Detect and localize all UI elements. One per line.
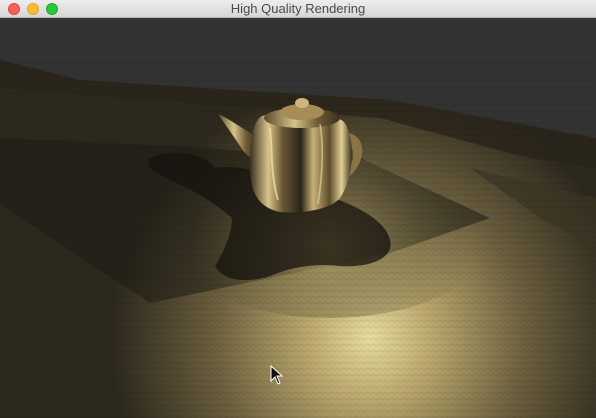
window-title: High Quality Rendering xyxy=(230,1,366,16)
app-window: High Quality Rendering xyxy=(0,0,596,418)
render-viewport[interactable] xyxy=(0,18,596,418)
title-bar[interactable]: High Quality Rendering xyxy=(0,0,596,18)
scene-canvas[interactable] xyxy=(0,18,596,418)
